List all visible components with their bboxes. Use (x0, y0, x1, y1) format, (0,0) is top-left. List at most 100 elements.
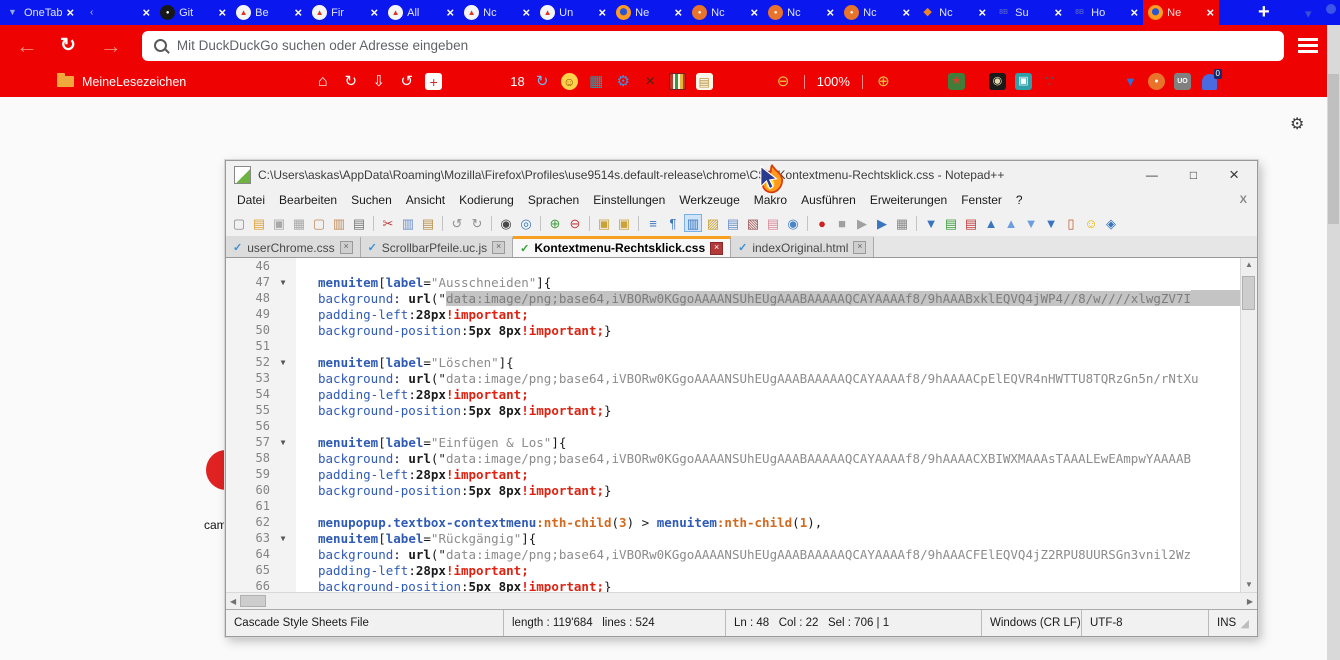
page-settings-gear-icon[interactable]: ⚙ (1290, 114, 1304, 134)
bookmark-next-icon[interactable]: ▤ (942, 214, 960, 232)
browser-tab[interactable]: 8BSu× (991, 0, 1067, 25)
sync-horizontal-icon[interactable]: ▣ (615, 214, 633, 232)
word-wrap-icon[interactable]: ≡ (644, 214, 662, 232)
bookmarks-folder-label[interactable]: MeineLesezeichen (82, 75, 186, 89)
firefox-icon[interactable] (1148, 5, 1163, 20)
code-editor[interactable]: 4647▼menuitem[label="Ausschneiden"]{48ba… (226, 258, 1257, 592)
menu-item[interactable]: Ausführen (794, 193, 863, 207)
new-file-icon[interactable]: ▢ (230, 214, 248, 232)
tools-icon[interactable]: × (642, 73, 659, 90)
cut-icon[interactable]: ✂ (379, 214, 397, 232)
zoom-in-icon[interactable]: ⊕ (546, 214, 564, 232)
editor-line[interactable]: 57▼menuitem[label="Einfügen & Los"]{ (226, 434, 1240, 450)
sync-vertical-icon[interactable]: ▣ (595, 214, 613, 232)
menu-item[interactable]: Werkzeuge (672, 193, 746, 207)
replace-icon[interactable]: ◎ (517, 214, 535, 232)
save-all-icon[interactable]: ▦ (290, 214, 308, 232)
editor-line[interactable]: 60background-position:5px 8px!important;… (226, 482, 1240, 498)
undo-icon[interactable]: ↺ (448, 214, 466, 232)
editor-line[interactable]: 50background-position:5px 8px!important;… (226, 322, 1240, 338)
editor-line[interactable]: 48background: url("data:image/png;base64… (226, 290, 1240, 306)
print-icon[interactable]: ▤ (350, 214, 368, 232)
compass-icon[interactable]: ◉ (989, 73, 1006, 90)
menu-item[interactable]: Suchen (344, 193, 399, 207)
tab-close-icon[interactable]: × (1055, 5, 1063, 20)
menu-item[interactable]: Fenster (954, 193, 1009, 207)
funnel-icon[interactable]: ▼ (5, 5, 20, 20)
notes-icon[interactable]: ▤ (696, 73, 713, 90)
tab-close-icon[interactable]: × (67, 5, 75, 20)
save-file-icon[interactable]: ▣ (270, 214, 288, 232)
fold-all-icon[interactable]: ▲ (982, 214, 1000, 232)
gear-icon[interactable]: ⚙ (615, 73, 632, 90)
window-titlebar[interactable]: C:\Users\askas\AppData\Roaming\Mozilla\F… (226, 161, 1257, 189)
menu-item[interactable]: Erweiterungen (863, 193, 954, 207)
monitoring-icon[interactable]: ◉ (784, 214, 802, 232)
tab-close-icon[interactable]: × (827, 5, 835, 20)
editor-line[interactable]: 51 (226, 338, 1240, 354)
ddg-icon[interactable]: ● (844, 5, 859, 20)
minimize-button[interactable]: — (1146, 168, 1158, 182)
editor-line[interactable]: 52▼menuitem[label="Löschen"]{ (226, 354, 1240, 370)
flame-icon[interactable]: ▲ (388, 5, 403, 20)
tab-close-icon[interactable]: × (371, 5, 379, 20)
floppy-icon[interactable]: ▣ (1015, 73, 1032, 90)
firefox-icon[interactable] (616, 5, 631, 20)
close-document-icon[interactable]: × (853, 241, 866, 254)
bookmark-toggle-icon[interactable]: ▼ (922, 214, 940, 232)
browser-tab[interactable]: ●Nc× (839, 0, 915, 25)
browser-tab[interactable]: ●Nc× (763, 0, 839, 25)
close-document-icon[interactable]: × (710, 242, 723, 255)
editor-line[interactable]: 47▼menuitem[label="Ausschneiden"]{ (226, 274, 1240, 290)
duckduckgo-icon[interactable]: ● (1148, 73, 1165, 90)
menubar-close-icon[interactable]: X (1240, 194, 1247, 206)
macro-run-multiple-icon[interactable]: ▶ (873, 214, 891, 232)
scroll-right-icon[interactable]: ▶ (1243, 597, 1257, 606)
browser-tab[interactable]: Ne× (1143, 0, 1219, 25)
scroll-down-icon[interactable]: ▼ (1245, 578, 1253, 592)
home-icon[interactable]: ⌂ (314, 73, 331, 90)
emoji-icon[interactable]: ☺ (561, 73, 578, 90)
menu-item[interactable]: Ansicht (399, 193, 452, 207)
macro-record-icon[interactable]: ● (813, 214, 831, 232)
zoom-out-icon[interactable]: ⊖ (566, 214, 584, 232)
browser-tab[interactable]: ▼OneTab× (0, 0, 79, 25)
equalizer-icon[interactable] (669, 73, 686, 90)
document-tab[interactable]: ✓ScrollbarPfeile.uc.js× (361, 236, 514, 257)
close-window-button[interactable]: × (1229, 165, 1239, 185)
preview-html-icon[interactable]: ◈ (1102, 214, 1120, 232)
smiley-icon[interactable]: ☺ (1082, 214, 1100, 232)
puzzle-icon[interactable]: ▦ (588, 73, 605, 90)
status-insert-mode[interactable]: INS ◢ (1209, 610, 1257, 636)
editor-line[interactable]: 55background-position:5px 8px!important;… (226, 402, 1240, 418)
browser-tab[interactable]: ▲Fir× (307, 0, 383, 25)
github-icon[interactable]: ● (160, 5, 175, 20)
close-document-icon[interactable]: × (492, 241, 505, 254)
menu-item[interactable]: Einstellungen (586, 193, 672, 207)
tab-close-icon[interactable]: × (903, 5, 911, 20)
zoom-in-icon[interactable]: ⊕ (875, 73, 892, 90)
scroll-up-icon[interactable]: ▲ (1245, 258, 1253, 272)
find-icon[interactable]: ◉ (497, 214, 515, 232)
folder-as-workspace-icon[interactable]: ▤ (764, 214, 782, 232)
unfold-current-icon[interactable]: ▼ (1022, 214, 1040, 232)
tab-close-icon[interactable]: × (295, 5, 303, 20)
download-icon[interactable]: ⇩ (370, 73, 387, 90)
new-tab-grid-icon[interactable]: + (425, 73, 442, 90)
browser-tab[interactable]: ●Nc× (687, 0, 763, 25)
menu-item[interactable]: Bearbeiten (272, 193, 344, 207)
browser-tab[interactable]: 8BHo× (1067, 0, 1143, 25)
tab-close-icon[interactable]: × (1131, 5, 1139, 20)
editor-line[interactable]: 54padding-left:28px!important; (226, 386, 1240, 402)
browser-tab[interactable]: ●Git× (155, 0, 231, 25)
unfold-all-icon[interactable]: ▼ (1042, 214, 1060, 232)
tab-close-icon[interactable]: × (675, 5, 683, 20)
menu-item[interactable]: ? (1009, 193, 1030, 207)
editor-line[interactable]: 64background: url("data:image/png;base64… (226, 546, 1240, 562)
editor-line[interactable]: 58background: url("data:image/png;base64… (226, 450, 1240, 466)
editor-line[interactable]: 53background: url("data:image/png;base64… (226, 370, 1240, 386)
scroll-left-icon[interactable]: ◀ (226, 597, 240, 606)
vertical-edge-icon[interactable]: ▯ (1062, 214, 1080, 232)
function-list-icon[interactable]: ▧ (744, 214, 762, 232)
browser-tab[interactable]: ◆Nc× (915, 0, 991, 25)
